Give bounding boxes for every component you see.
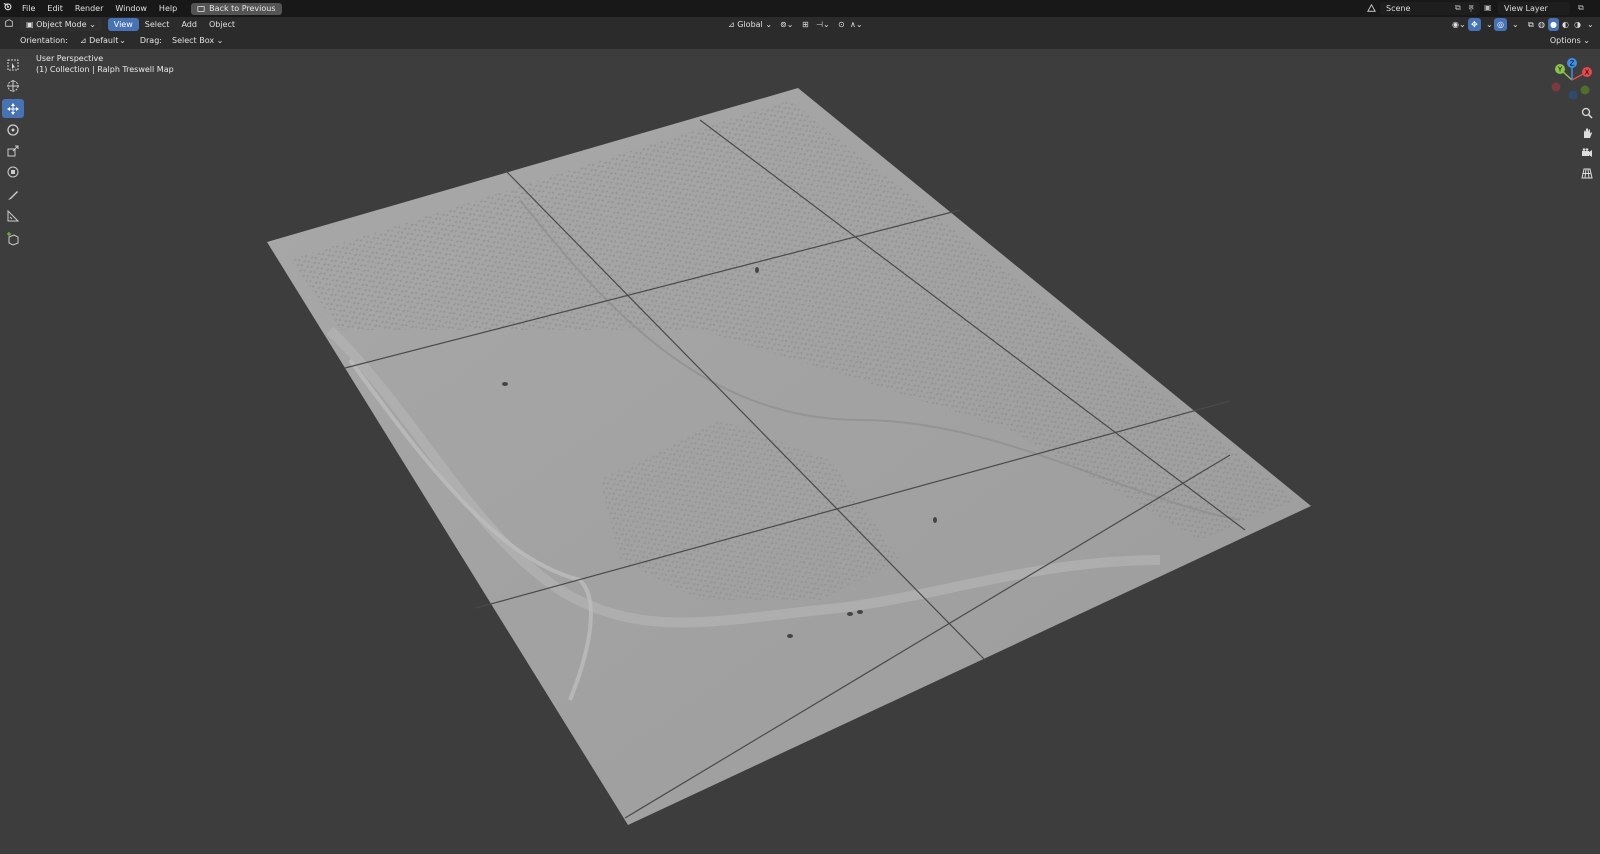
screen-icon — [197, 5, 205, 12]
zoom-tool[interactable] — [1578, 104, 1596, 122]
move-icon — [7, 102, 19, 115]
view-layer-selector[interactable]: View Layer — [1498, 2, 1570, 15]
gizmo-toggle-icon[interactable]: ✥ — [1468, 18, 1481, 31]
scene-name: Scene — [1386, 4, 1411, 13]
orientation-value: Default — [89, 36, 119, 45]
view-layer-name: View Layer — [1504, 4, 1548, 13]
drag-label: Drag: — [139, 36, 162, 45]
top-menu-bar: File Edit Render Window Help Back to Pre… — [0, 0, 1600, 17]
editor-type-icon[interactable] — [0, 18, 18, 31]
measure-ruler-icon — [7, 209, 20, 221]
annotate-tool[interactable] — [2, 185, 24, 204]
select-box-icon — [7, 59, 19, 70]
grid-icon — [1581, 168, 1593, 179]
collection-info: (1) Collection | Ralph Treswell Map — [36, 65, 174, 74]
scene-icon[interactable] — [1366, 3, 1377, 16]
rendered-shading-icon[interactable]: ◑ — [1572, 18, 1583, 31]
navigation-tools — [1578, 104, 1596, 184]
menu-help[interactable]: Help — [153, 0, 183, 17]
gizmo-neg-y-handle — [1580, 85, 1590, 95]
perspective-label: User Perspective — [36, 54, 104, 63]
camera-icon — [1582, 148, 1592, 157]
gizmo-neg-z-handle — [1568, 90, 1578, 100]
orthographic-toggle[interactable] — [1578, 164, 1596, 182]
orientation-dropdown[interactable]: ⊿ Default ⌄ — [73, 34, 132, 47]
hand-icon — [1584, 128, 1592, 138]
menu-view[interactable]: View — [107, 18, 139, 31]
gizmo-z-label: Z — [1570, 60, 1575, 68]
new-view-layer-icon[interactable]: ⧉ — [1578, 3, 1584, 13]
object-mode-icon: ▣ — [26, 20, 34, 29]
chevron-down-icon: ⌄ — [765, 20, 773, 29]
menu-object[interactable]: Object — [203, 18, 241, 31]
measure-tool[interactable] — [2, 206, 24, 225]
options-dropdown[interactable]: Options ⌄ — [1544, 34, 1596, 47]
magnify-icon — [1581, 107, 1593, 119]
rotate-icon — [7, 123, 19, 136]
terrain-mesh[interactable] — [0, 49, 1600, 854]
transform-tool[interactable] — [2, 162, 24, 181]
menu-edit[interactable]: Edit — [41, 0, 69, 17]
cursor-icon — [7, 79, 19, 92]
scale-tool[interactable] — [2, 141, 24, 160]
left-toolbar — [2, 55, 26, 250]
gizmo-x-label: X — [1585, 69, 1590, 77]
back-to-previous-button[interactable]: Back to Previous — [191, 2, 282, 15]
solid-shading-icon[interactable]: ● — [1548, 18, 1559, 31]
shading-dropdown-icon[interactable]: ⌄ — [1585, 18, 1596, 31]
camera-view-tool[interactable] — [1578, 144, 1596, 162]
annotate-pencil-icon — [8, 190, 18, 200]
rotate-tool[interactable] — [2, 120, 24, 139]
select-box-tool[interactable] — [2, 55, 24, 74]
object-mode-label: Object Mode — [36, 20, 87, 29]
add-cube-tool[interactable] — [2, 229, 24, 248]
gizmo-neg-x-handle — [1551, 82, 1561, 92]
blender-logo-icon[interactable] — [0, 0, 16, 17]
scale-icon — [7, 145, 19, 156]
menu-file[interactable]: File — [16, 0, 41, 17]
cursor-tool[interactable] — [2, 76, 24, 95]
wireframe-shading-icon[interactable]: ◍ — [1536, 18, 1547, 31]
pan-tool[interactable] — [1578, 124, 1596, 142]
drag-dropdown[interactable]: Select Box ⌄ — [165, 34, 230, 47]
chevron-down-icon: ⌄ — [119, 36, 126, 45]
gizmo-y-label: Y — [1557, 66, 1563, 74]
tool-settings-bar: Orientation: ⊿ Default ⌄ Drag: Select Bo… — [0, 32, 1600, 49]
drag-value: Select Box — [171, 36, 215, 45]
chevron-down-icon: ⌄ — [89, 20, 96, 29]
orientation-axes-icon: ⊿ — [79, 36, 87, 45]
menu-window[interactable]: Window — [109, 0, 153, 17]
menu-add[interactable]: Add — [175, 18, 203, 31]
material-shading-icon[interactable]: ◐ — [1560, 18, 1571, 31]
3d-viewport[interactable]: User Perspective (1) Collection | Ralph … — [0, 49, 1600, 854]
back-to-previous-label: Back to Previous — [209, 3, 276, 13]
chevron-down-icon: ⌄ — [1583, 36, 1590, 45]
navigation-gizmo[interactable]: Y Z X — [1542, 55, 1600, 105]
falloff-icon[interactable]: ∧⌄ — [844, 18, 869, 31]
chevron-down-icon: ⌄ — [216, 36, 224, 45]
menu-select[interactable]: Select — [139, 18, 176, 31]
transform-orientation-dropdown[interactable]: ⊿ Global ⌄ — [722, 18, 778, 31]
new-scene-icon[interactable]: ⧉ — [1455, 3, 1461, 13]
options-label: Options — [1549, 36, 1581, 45]
close-scene-icon[interactable]: ✕ — [1468, 3, 1475, 12]
scene-selector[interactable]: Scene ⚲ — [1380, 2, 1480, 15]
transform-icon — [7, 166, 19, 177]
viewport-header: ▣ Object Mode ⌄ View Select Add Object ⊿… — [0, 17, 1600, 32]
object-mode-dropdown[interactable]: ▣ Object Mode ⌄ — [20, 18, 102, 31]
view-layer-icon[interactable]: ▣ — [1484, 3, 1492, 12]
add-cube-icon — [7, 231, 19, 246]
transform-space-label: Global — [737, 20, 763, 29]
menu-render[interactable]: Render — [69, 0, 109, 17]
transform-axes-icon: ⊿ — [728, 20, 735, 29]
move-tool[interactable] — [2, 99, 24, 118]
orientation-label: Orientation: — [20, 36, 68, 45]
